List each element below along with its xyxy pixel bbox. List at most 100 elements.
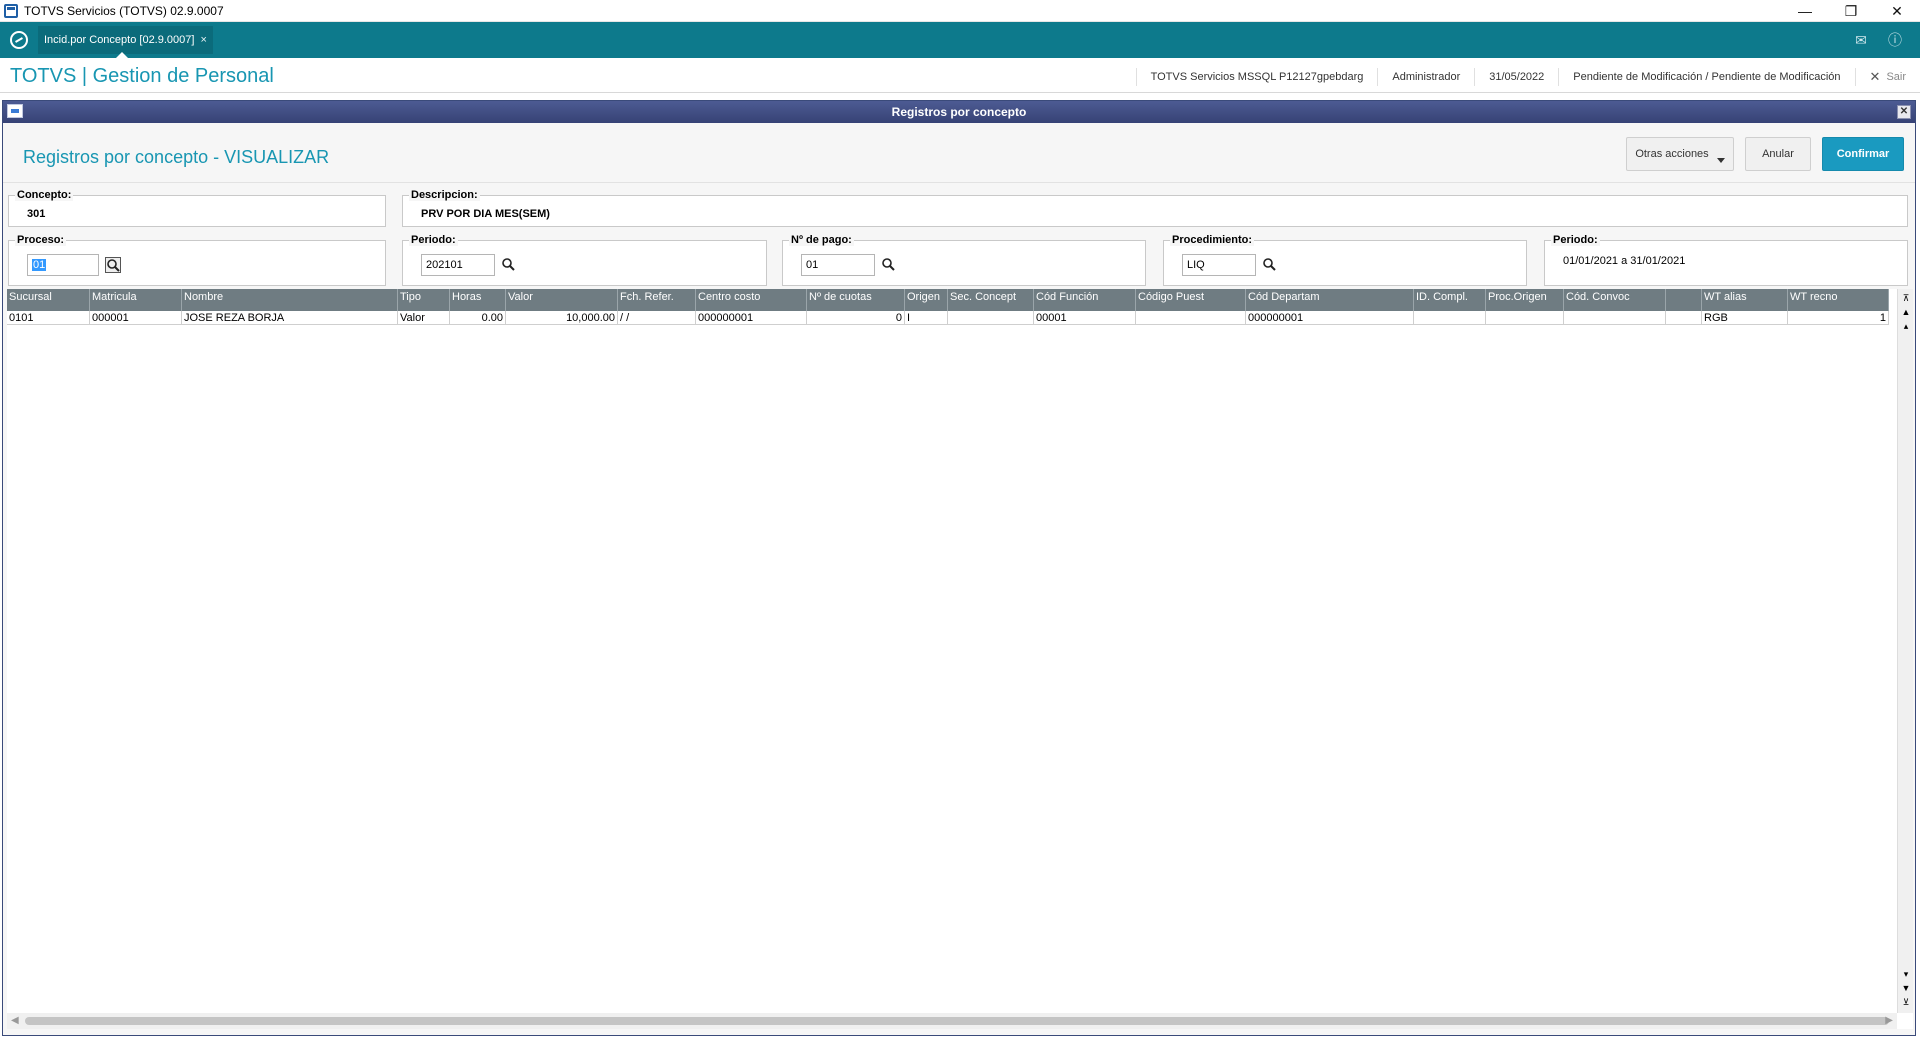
restore-button[interactable]: ❐: [1828, 0, 1874, 22]
window-titlebar: TOTVS Servicios (TOTVS) 02.9.0007 — ❐ ✕: [0, 0, 1920, 22]
search-icon[interactable]: [105, 257, 121, 273]
nro-pago-field: Nº de pago: 01: [782, 234, 1146, 286]
scroll-right-icon[interactable]: ▶: [1885, 1015, 1893, 1026]
proceso-field: Proceso: 01: [8, 234, 386, 286]
column-header[interactable]: Cód Departam: [1246, 289, 1414, 311]
periodo-rango-field: Periodo: 01/01/2021 a 31/01/2021: [1544, 234, 1908, 286]
table-cell: [1136, 311, 1246, 325]
table-cell: 000000001: [1246, 311, 1414, 325]
column-header[interactable]: Origen: [905, 289, 948, 311]
procedimiento-label: Procedimiento:: [1170, 234, 1255, 246]
column-header[interactable]: Matricula: [90, 289, 182, 311]
column-header[interactable]: Cód Función: [1034, 289, 1136, 311]
search-icon[interactable]: [881, 257, 897, 273]
close-window-button[interactable]: ✕: [1874, 0, 1920, 22]
close-icon: ✕: [1869, 69, 1881, 84]
column-header[interactable]: Tipo: [398, 289, 450, 311]
help-icon[interactable]: ⓘ: [1886, 31, 1904, 49]
scroll-page-up-icon[interactable]: ▲: [1899, 305, 1913, 319]
column-header[interactable]: Nombre: [182, 289, 398, 311]
periodo-field: Periodo: 202101: [402, 234, 767, 286]
nro-pago-input[interactable]: 01: [801, 254, 875, 276]
procedimiento-input[interactable]: LIQ: [1182, 254, 1256, 276]
table-cell: 000000001: [696, 311, 807, 325]
column-header[interactable]: Centro costo: [696, 289, 807, 311]
table-cell: 00001: [1034, 311, 1136, 325]
concepto-value: 301: [27, 208, 46, 220]
search-icon[interactable]: [501, 257, 517, 273]
tab-close-icon[interactable]: ×: [200, 34, 206, 46]
proceso-label: Proceso:: [15, 234, 67, 246]
column-header[interactable]: Cód. Convoc: [1564, 289, 1666, 311]
server-info: TOTVS Servicios MSSQL P12127gpebdarg: [1135, 68, 1378, 86]
registros-dialog: Registros por concepto ✕ Registros por c…: [2, 100, 1916, 1036]
status-info: Pendiente de Modificación / Pendiente de…: [1558, 68, 1854, 86]
scroll-up-icon[interactable]: ▴: [1899, 319, 1913, 333]
column-header[interactable]: [1666, 289, 1702, 311]
column-header[interactable]: Fch. Refer.: [618, 289, 696, 311]
table-cell: [1564, 311, 1666, 325]
column-header[interactable]: Código Puest: [1136, 289, 1246, 311]
totvs-home-icon[interactable]: [10, 31, 28, 49]
dialog-title: Registros por concepto: [891, 105, 1027, 119]
confirmar-button[interactable]: Confirmar: [1822, 137, 1904, 171]
table-cell: 000001: [90, 311, 182, 325]
chevron-down-icon: [1716, 157, 1725, 163]
nro-pago-label: Nº de pago:: [789, 234, 854, 246]
column-header[interactable]: Horas: [450, 289, 506, 311]
vertical-scrollbar[interactable]: ⊼ ▲ ▴ ▾ ▼ ⊻: [1897, 289, 1913, 1013]
horizontal-scrollbar[interactable]: ◀ ▶: [7, 1013, 1897, 1029]
scroll-down-icon[interactable]: ▾: [1899, 967, 1913, 981]
horizontal-scroll-thumb[interactable]: [25, 1017, 1889, 1025]
descripcion-value: PRV POR DIA MES(SEM): [421, 208, 550, 220]
search-icon[interactable]: [1262, 257, 1278, 273]
column-header[interactable]: Nº de cuotas: [807, 289, 905, 311]
tab-label: Incid.por Concepto [02.9.0007]: [44, 34, 195, 46]
scroll-bottom-icon[interactable]: ⊻: [1899, 995, 1913, 1009]
window-title: TOTVS Servicios (TOTVS) 02.9.0007: [24, 3, 224, 18]
table-cell: JOSE REZA BORJA: [182, 311, 398, 325]
tab-incid-por-concepto[interactable]: Incid.por Concepto [02.9.0007] ×: [38, 26, 213, 58]
table-row[interactable]: 0101 000001 JOSE REZA BORJA Valor 0.00 10,000…: [7, 311, 1889, 325]
column-header[interactable]: WT recno: [1788, 289, 1889, 311]
active-tab-caret: [116, 52, 128, 58]
column-header[interactable]: Sucursal: [7, 289, 90, 311]
table-cell: Valor: [398, 311, 450, 325]
procedimiento-field: Procedimiento: LIQ: [1163, 234, 1527, 286]
exit-button[interactable]: ✕ Sair: [1854, 68, 1920, 86]
records-grid: Sucursal Matricula Nombre Tipo Horas Valor Fch…: [7, 289, 1913, 1029]
table-cell: 0: [807, 311, 905, 325]
periodo-input[interactable]: 202101: [421, 254, 495, 276]
app-icon: [4, 3, 18, 18]
mail-icon[interactable]: ✉: [1852, 31, 1870, 49]
table-cell: [948, 311, 1034, 325]
grid-header: Sucursal Matricula Nombre Tipo Horas Valor Fch…: [7, 289, 1889, 311]
scroll-top-icon[interactable]: ⊼: [1899, 291, 1913, 305]
concepto-label: Concepto:: [15, 189, 74, 201]
column-header[interactable]: Sec. Concept: [948, 289, 1034, 311]
column-header[interactable]: WT alias: [1702, 289, 1788, 311]
table-cell: 0101: [7, 311, 90, 325]
scroll-left-icon[interactable]: ◀: [11, 1015, 19, 1026]
descripcion-label: Descripcion:: [409, 189, 480, 201]
concepto-field: Concepto: 301: [8, 189, 386, 227]
column-header[interactable]: ID. Compl.: [1414, 289, 1486, 311]
table-cell: [1666, 311, 1702, 325]
table-cell: 10,000.00: [506, 311, 618, 325]
proceso-input[interactable]: 01: [27, 254, 99, 276]
table-cell: [1486, 311, 1564, 325]
descripcion-field: Descripcion: PRV POR DIA MES(SEM): [402, 189, 1908, 227]
brand-title: TOTVS | Gestion de Personal: [10, 65, 274, 87]
column-header[interactable]: Proc.Origen: [1486, 289, 1564, 311]
view-title: Registros por concepto - VISUALIZAR: [23, 147, 330, 167]
table-cell: 1: [1788, 311, 1889, 325]
minimize-button[interactable]: —: [1782, 0, 1828, 22]
dialog-close-button[interactable]: ✕: [1897, 105, 1911, 119]
anular-button[interactable]: Anular: [1745, 137, 1811, 171]
user-info: Administrador: [1377, 68, 1474, 86]
table-cell: 0.00: [450, 311, 506, 325]
otras-acciones-button[interactable]: Otras acciones: [1626, 137, 1734, 171]
scroll-page-down-icon[interactable]: ▼: [1899, 981, 1913, 995]
column-header[interactable]: Valor: [506, 289, 618, 311]
periodo-rango-value: 01/01/2021 a 31/01/2021: [1563, 255, 1686, 267]
